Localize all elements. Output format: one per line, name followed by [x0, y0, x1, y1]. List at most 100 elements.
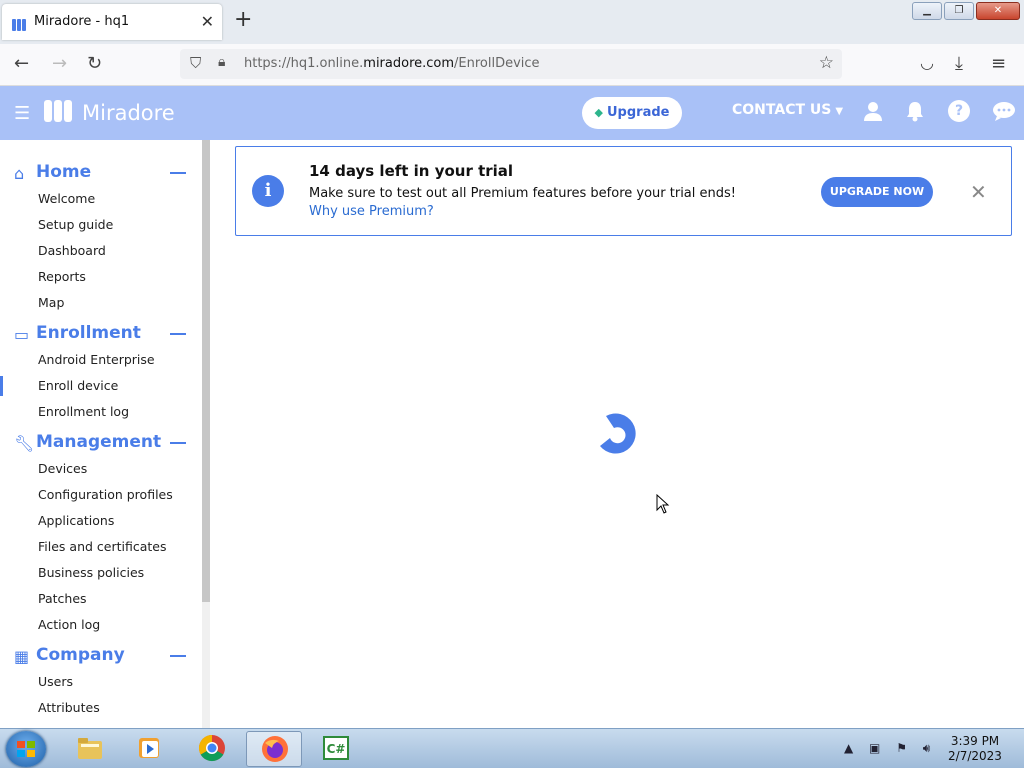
tab-close-icon[interactable]: ✕ [201, 12, 214, 31]
browser-toolbar: ← → ↻ ⛉ 🔒︎ https://hq1.online.miradore.c… [0, 44, 1024, 86]
section-title: Enrollment [36, 323, 141, 343]
sidebar-item-devices[interactable]: Devices [0, 456, 200, 482]
hamburger-menu-icon[interactable]: ☰ [14, 103, 30, 124]
csharp-icon: C# [323, 736, 349, 760]
sidebar-nav: ⌂ Home Welcome Setup guide Dashboard Rep… [0, 140, 212, 728]
menu-icon[interactable]: ≡ [991, 53, 1006, 74]
close-banner-icon[interactable]: ✕ [970, 180, 987, 204]
svg-text:C#: C# [327, 742, 346, 756]
trial-banner: i 14 days left in your trial Make sure t… [235, 146, 1012, 236]
loading-spinner-icon [600, 413, 636, 454]
reload-icon[interactable]: ↻ [87, 53, 102, 74]
logo-text: Miradore [82, 101, 175, 125]
sidebar-item-configuration-profiles[interactable]: Configuration profiles [0, 482, 200, 508]
collapse-icon[interactable] [170, 442, 186, 444]
miradore-logo-icon [44, 100, 74, 124]
sidebar-item-enrollment-log[interactable]: Enrollment log [0, 399, 200, 425]
section-title: Management [36, 432, 162, 452]
diamond-icon: ◆ [594, 106, 603, 119]
system-tray[interactable]: ▲ ▣ ⚑ 🔊︎ [844, 741, 936, 756]
sidebar-item-users[interactable]: Users [0, 669, 200, 695]
sidebar-item-attributes[interactable]: Attributes [0, 695, 200, 721]
notifications-bell-icon[interactable] [905, 100, 925, 127]
sidebar-scrollbar-thumb[interactable] [202, 140, 210, 602]
miradore-favicon-icon [12, 16, 28, 31]
taskbar-explorer[interactable] [62, 731, 118, 767]
sidebar-item-welcome[interactable]: Welcome [0, 186, 200, 212]
start-button[interactable] [6, 731, 46, 767]
pocket-icon[interactable]: ◡ [920, 53, 934, 72]
mouse-cursor-icon [656, 494, 670, 514]
laptop-icon: ▭ [14, 325, 30, 344]
sidebar-item-enroll-device[interactable]: Enroll device [0, 373, 200, 399]
forward-icon[interactable]: → [52, 53, 67, 74]
collapse-icon[interactable] [170, 333, 186, 335]
tab-title: Miradore - hq1 [34, 14, 130, 29]
url-text[interactable]: https://hq1.online.miradore.com/EnrollDe… [244, 56, 540, 71]
sidebar-item-patches[interactable]: Patches [0, 586, 200, 612]
sidebar-item-reports[interactable]: Reports [0, 264, 200, 290]
sidebar-section-company: ▦ Company Users Attributes [0, 643, 200, 721]
downloads-icon[interactable]: ⤓ [955, 53, 963, 74]
firefox-icon [262, 736, 288, 762]
chat-icon[interactable] [992, 100, 1016, 127]
user-icon[interactable] [862, 100, 884, 127]
home-icon: ⌂ [14, 164, 25, 183]
wrench-icon: 🔧︎ [14, 434, 35, 453]
app-header: ☰ Miradore ◆ Upgrade CONTACT US ▼ ? [0, 86, 1024, 140]
trial-message: Make sure to test out all Premium featur… [309, 186, 736, 201]
why-premium-link[interactable]: Why use Premium? [309, 204, 434, 219]
clock-date: 2/7/2023 [948, 749, 1002, 763]
taskbar-media-player[interactable] [122, 731, 178, 767]
back-icon[interactable]: ← [14, 53, 29, 74]
window-controls: ▁ ❐ ✕ [912, 2, 1020, 20]
sidebar-section-home: ⌂ Home Welcome Setup guide Dashboard Rep… [0, 160, 200, 316]
browser-tab-strip: Miradore - hq1 ✕ + ▁ ❐ ✕ [0, 0, 1024, 44]
collapse-icon[interactable] [170, 655, 186, 657]
taskbar-clock[interactable]: 3:39 PM 2/7/2023 [940, 734, 1010, 764]
browser-tab[interactable]: Miradore - hq1 ✕ [2, 4, 222, 40]
sidebar-section-enrollment: ▭ Enrollment Android Enterprise Enroll d… [0, 321, 200, 425]
sidebar-item-business-policies[interactable]: Business policies [0, 560, 200, 586]
building-icon: ▦ [14, 647, 30, 666]
trial-title: 14 days left in your trial [309, 162, 514, 180]
media-player-icon [139, 738, 159, 758]
chrome-icon [198, 734, 225, 762]
new-tab-button[interactable]: + [234, 9, 252, 31]
upgrade-button[interactable]: ◆ Upgrade [582, 97, 682, 129]
minimize-button[interactable]: ▁ [912, 2, 942, 20]
sidebar-item-applications[interactable]: Applications [0, 508, 200, 534]
sidebar-item-android-enterprise[interactable]: Android Enterprise [0, 347, 200, 373]
lock-icon[interactable]: 🔒︎ [218, 54, 225, 70]
sidebar-item-files-and-certificates[interactable]: Files and certificates [0, 534, 200, 560]
sidebar-item-map[interactable]: Map [0, 290, 200, 316]
upgrade-now-button[interactable]: UPGRADE NOW [821, 177, 933, 207]
section-header[interactable]: ▦ Company [0, 643, 200, 669]
window-close-button[interactable]: ✕ [976, 2, 1020, 20]
folder-icon [78, 738, 102, 759]
help-icon[interactable]: ? [948, 100, 970, 122]
section-header[interactable]: 🔧︎ Management [0, 430, 200, 456]
address-bar[interactable]: ⛉ 🔒︎ https://hq1.online.miradore.com/Enr… [180, 49, 842, 79]
section-title: Company [36, 645, 125, 665]
windows-taskbar: C# ▲ ▣ ⚑ 🔊︎ 3:39 PM 2/7/2023 [0, 728, 1024, 768]
taskbar-csharp[interactable]: C# [308, 731, 364, 767]
bookmark-star-icon[interactable]: ☆ [819, 53, 834, 73]
taskbar-chrome[interactable] [184, 731, 240, 767]
section-header[interactable]: ▭ Enrollment [0, 321, 200, 347]
sidebar-item-dashboard[interactable]: Dashboard [0, 238, 200, 264]
contact-us-menu[interactable]: CONTACT US ▼ [732, 102, 843, 118]
windows-logo-icon [17, 741, 35, 757]
sidebar-item-action-log[interactable]: Action log [0, 612, 200, 638]
section-title: Home [36, 162, 92, 182]
shield-icon[interactable]: ⛉ [190, 54, 201, 72]
taskbar-firefox[interactable] [246, 731, 302, 767]
collapse-icon[interactable] [170, 172, 186, 174]
caret-down-icon: ▼ [835, 106, 844, 117]
clock-time: 3:39 PM [950, 734, 1000, 748]
sidebar-section-management: 🔧︎ Management Devices Configuration prof… [0, 430, 200, 638]
info-icon: i [252, 175, 284, 207]
sidebar-item-setup-guide[interactable]: Setup guide [0, 212, 200, 238]
section-header[interactable]: ⌂ Home [0, 160, 200, 186]
restore-button[interactable]: ❐ [944, 2, 974, 20]
